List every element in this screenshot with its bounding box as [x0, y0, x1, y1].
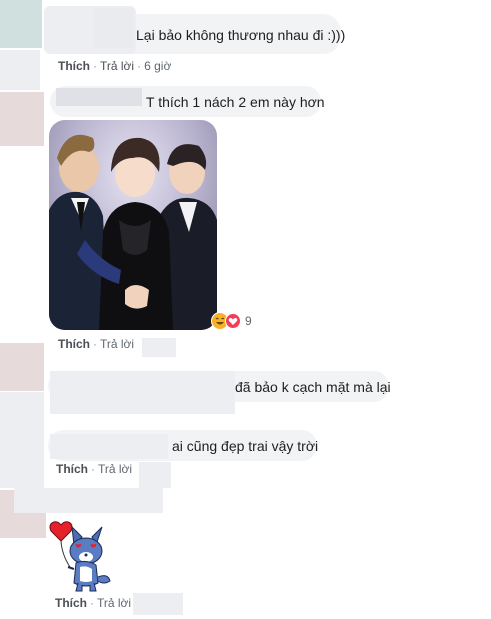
comment-text: T thích 1 nách 2 em này hơn: [146, 94, 325, 110]
comment-actions-2: Thích · Trả lời: [58, 337, 135, 351]
avatar-blur-3: [0, 92, 44, 146]
wolf-heart-balloon-icon: [49, 521, 111, 592]
author-name-redacted[interactable]: [56, 88, 142, 106]
comment-bubble-1: Lại bảo không thương nhau đi :))): [44, 6, 345, 54]
avatar-blur-5: [0, 392, 44, 438]
timestamp-redacted: [133, 593, 183, 615]
photo-image: [49, 120, 217, 330]
sticker[interactable]: [48, 515, 114, 593]
comment-actions-1: Thích · Trả lời · 6 giờ: [58, 59, 172, 73]
reaction-count: 9: [245, 314, 252, 328]
comment-actions-5: Thích · Trả lời: [55, 596, 132, 610]
like-link[interactable]: Thích: [56, 462, 88, 476]
reactions-summary[interactable]: 9: [211, 312, 255, 330]
reply-link[interactable]: Trả lời: [100, 337, 134, 351]
heart-emoji-icon: [225, 313, 241, 329]
timestamp-redacted: [142, 338, 176, 357]
reply-link[interactable]: Trả lời: [98, 462, 132, 476]
author-name-redacted[interactable]: [50, 371, 235, 414]
like-link[interactable]: Thích: [58, 59, 90, 73]
like-link[interactable]: Thích: [58, 337, 90, 351]
reply-link[interactable]: Trả lời: [97, 596, 131, 610]
avatar-blur-6: [0, 438, 44, 488]
comment-bubble-2: T thích 1 nách 2 em này hơn: [50, 86, 325, 117]
like-link[interactable]: Thích: [55, 596, 87, 610]
avatar-blur-2: [0, 50, 40, 90]
timestamp[interactable]: 6 giờ: [144, 59, 171, 73]
avatar-blur-1: [0, 0, 42, 48]
comment-photo[interactable]: [49, 120, 217, 330]
timestamp-redacted: [139, 462, 171, 488]
comment-text: Lại bảo không thương nhau đi :))): [136, 27, 346, 43]
comment-text: ai cũng đẹp trai vậy trời: [172, 438, 319, 454]
avatar-blur-4: [0, 343, 44, 391]
name-redaction: [94, 8, 134, 48]
comment-actions-4: Thích · Trả lời: [56, 462, 133, 476]
author-name-redacted[interactable]: [14, 488, 163, 513]
reply-link[interactable]: Trả lời: [100, 59, 134, 73]
comment-text: đã bảo k cạch mặt mà lại: [235, 379, 391, 395]
author-name-redacted[interactable]: [50, 434, 168, 459]
